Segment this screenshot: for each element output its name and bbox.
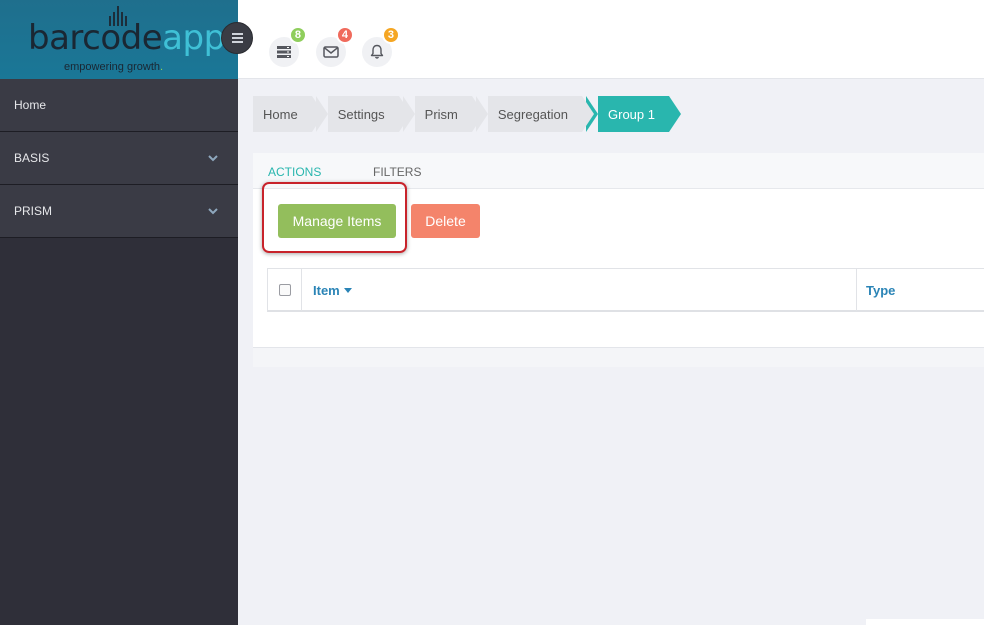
menu-toggle-button[interactable] bbox=[221, 22, 253, 54]
panel-footer bbox=[253, 347, 984, 367]
breadcrumb: Home Settings Prism Segregation Group 1 bbox=[253, 96, 681, 132]
sidebar-item-label: PRISM bbox=[14, 204, 53, 218]
delete-button[interactable]: Delete bbox=[411, 204, 480, 238]
bell-badge: 3 bbox=[381, 26, 400, 44]
footer-strip bbox=[866, 619, 984, 625]
breadcrumb-home[interactable]: Home bbox=[253, 96, 324, 132]
sidebar-item-home[interactable]: Home bbox=[0, 79, 238, 132]
server-badge: 8 bbox=[288, 26, 307, 44]
envelope-icon-button[interactable]: 4 bbox=[316, 26, 354, 67]
sidebar-item-basis[interactable]: BASIS bbox=[0, 132, 238, 185]
select-all-checkbox[interactable] bbox=[278, 284, 291, 296]
breadcrumb-group-1[interactable]: Group 1 bbox=[586, 96, 681, 132]
breadcrumb-settings[interactable]: Settings bbox=[315, 96, 411, 132]
top-bar: 8 4 3 bbox=[238, 0, 984, 79]
panel-tabs: ACTIONS FILTERS bbox=[253, 153, 984, 189]
breadcrumb-segregation[interactable]: Segregation bbox=[475, 96, 595, 132]
bell-icon-button[interactable]: 3 bbox=[362, 26, 400, 67]
manage-items-button[interactable]: Manage Items bbox=[278, 204, 396, 238]
chevron-down-icon bbox=[208, 208, 218, 215]
column-header-type[interactable]: Type bbox=[866, 269, 895, 311]
logo-tagline: empowering growth. bbox=[64, 61, 164, 73]
server-icon bbox=[277, 46, 291, 58]
tab-filters[interactable]: FILTERS bbox=[373, 165, 421, 179]
column-header-item[interactable]: Item bbox=[313, 269, 352, 311]
bell-icon bbox=[370, 44, 384, 59]
tab-actions[interactable]: ACTIONS bbox=[268, 165, 321, 179]
breadcrumb-prism[interactable]: Prism bbox=[402, 96, 485, 132]
hamburger-icon bbox=[231, 33, 243, 35]
caret-down-icon bbox=[343, 288, 352, 293]
logo-wordmark: barcodeapps bbox=[28, 18, 238, 58]
sidebar-item-label: BASIS bbox=[14, 151, 50, 165]
server-icon-button[interactable]: 8 bbox=[269, 26, 307, 67]
select-all-cell bbox=[268, 269, 302, 311]
sidebar-item-label: Home bbox=[14, 98, 47, 112]
items-table: Item Type bbox=[267, 268, 984, 312]
envelope-badge: 4 bbox=[335, 26, 354, 44]
chevron-down-icon bbox=[208, 155, 218, 162]
sidebar: Home BASIS PRISM bbox=[0, 79, 238, 625]
logo[interactable]: barcodeapps empowering growth. bbox=[0, 0, 238, 79]
main-panel: ACTIONS FILTERS Manage Items Delete Item… bbox=[253, 153, 984, 367]
sidebar-item-prism[interactable]: PRISM bbox=[0, 185, 238, 238]
envelope-icon bbox=[323, 46, 339, 58]
